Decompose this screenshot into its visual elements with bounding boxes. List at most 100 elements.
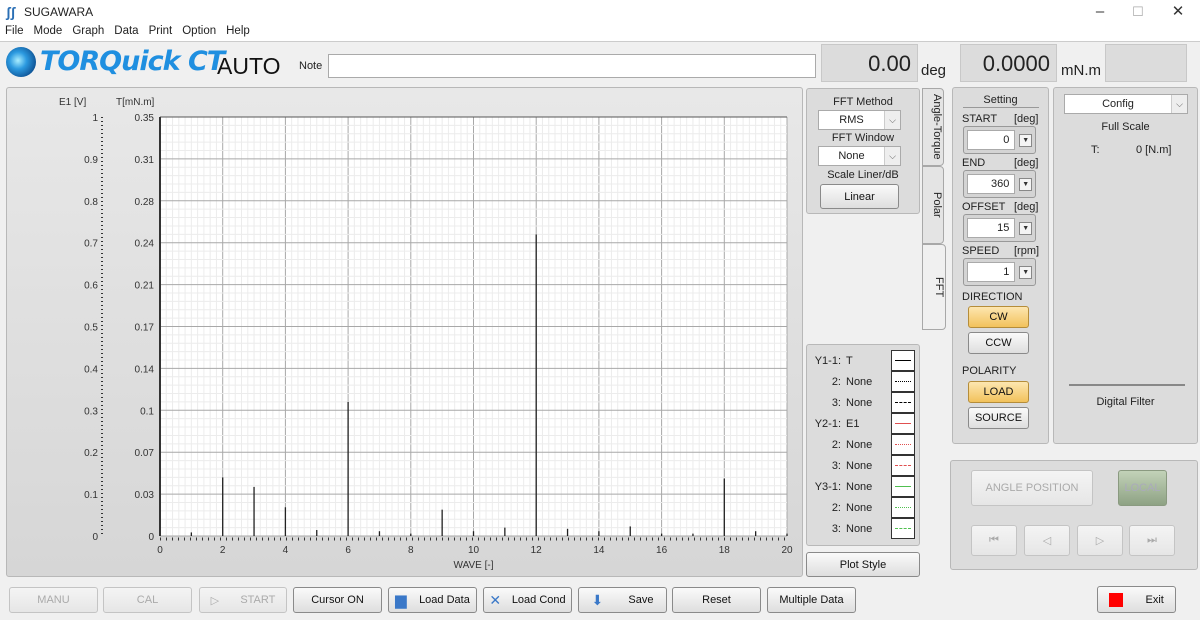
next-button[interactable]: ▷: [1077, 525, 1123, 556]
chevron-down-icon: ⌵: [1171, 95, 1187, 113]
legend-series-name: Y1-1:: [814, 354, 841, 367]
legend-swatch[interactable]: [891, 518, 915, 539]
legend-series-value: T: [846, 354, 853, 367]
divider: [1069, 384, 1185, 386]
legend-swatch[interactable]: [891, 455, 915, 476]
angle-position-button[interactable]: ANGLE POSITION: [971, 470, 1093, 506]
cw-button[interactable]: CW: [968, 306, 1029, 328]
stop-icon: [1109, 592, 1124, 607]
menu-option[interactable]: Option: [177, 24, 221, 37]
offset-value[interactable]: 15: [967, 218, 1016, 238]
legend-swatch[interactable]: [891, 497, 915, 518]
cursor-on-button[interactable]: Cursor ON: [293, 587, 382, 613]
speed-numeric-input[interactable]: 1 ▼: [963, 258, 1036, 286]
direction-label: DIRECTION: [962, 291, 1023, 303]
config-select[interactable]: Config ⌵: [1064, 94, 1188, 114]
full-scale-label: Full Scale: [1101, 121, 1150, 133]
load-button[interactable]: LOAD: [968, 381, 1029, 403]
fft-settings-panel: FFT Method RMS ⌵ FFT Window None ⌵ Scale L…: [806, 88, 920, 214]
menu-graph[interactable]: Graph: [67, 24, 109, 37]
legend-swatch[interactable]: [891, 413, 915, 434]
end-numeric-input[interactable]: 360 ▼: [963, 170, 1036, 198]
legend-swatch[interactable]: [891, 371, 915, 392]
speed-value[interactable]: 1: [967, 262, 1016, 282]
x-tick-label: 4: [283, 545, 289, 556]
fft-method-select[interactable]: RMS ⌵: [818, 110, 901, 130]
fft-chart[interactable]: 1 0.9 0.8 0.7 0.6 0.5 0.4 0.3 0.2 0.1 0 0.35 0.31 0.2…: [7, 88, 804, 578]
save-icon: ⬇: [591, 591, 604, 608]
local-button[interactable]: LOCAL: [1118, 470, 1167, 506]
legend-row: 3: None: [811, 392, 915, 413]
position-panel: ANGLE POSITION LOCAL ⏮ ◁ ▷ ⏭: [950, 460, 1198, 570]
y1-tick-label: 0.4: [84, 364, 98, 375]
legend-series-name: 3:: [831, 396, 841, 409]
exit-button[interactable]: Exit: [1097, 586, 1176, 613]
menu-help[interactable]: Help: [221, 24, 255, 37]
legend-swatch[interactable]: [891, 392, 915, 413]
load-data-button[interactable]: ▆ Load Data: [388, 587, 477, 613]
x-axis-label: WAVE [-]: [454, 560, 494, 571]
tab-fft[interactable]: FFT: [922, 244, 946, 330]
legend-series-value: None: [846, 501, 873, 514]
x-tick-label: 20: [781, 545, 793, 556]
legend-row: 2: None: [811, 434, 915, 455]
offset-label: OFFSET: [962, 201, 1006, 213]
menu-file[interactable]: File: [0, 24, 29, 37]
spin-down-icon[interactable]: ▼: [1019, 133, 1032, 147]
menu-data[interactable]: Data: [109, 24, 143, 37]
prev-button[interactable]: ◁: [1024, 525, 1070, 556]
spin-down-icon[interactable]: ▼: [1019, 177, 1032, 191]
brand-name: TORQuick CT: [40, 46, 225, 77]
first-button[interactable]: ⏮: [971, 525, 1017, 556]
reset-button[interactable]: Reset: [672, 587, 761, 613]
legend-series-name: 3:: [831, 522, 841, 535]
legend-series-value: None: [846, 522, 873, 535]
legend-swatch[interactable]: [891, 350, 915, 371]
legend-row: 3: None: [811, 518, 915, 539]
start-button[interactable]: ▷ START: [199, 587, 287, 613]
plot-style-button[interactable]: Plot Style: [806, 552, 920, 577]
x-tick-label: 14: [593, 545, 605, 556]
ccw-button[interactable]: CCW: [968, 332, 1029, 354]
fft-window-select[interactable]: None ⌵: [818, 146, 901, 166]
close-button[interactable]: ✕: [1160, 2, 1196, 22]
config-value: Config: [1102, 98, 1134, 110]
source-button[interactable]: SOURCE: [968, 407, 1029, 429]
menu-mode[interactable]: Mode: [29, 24, 68, 37]
spin-down-icon[interactable]: ▼: [1019, 221, 1032, 235]
legend-panel: Y1-1: T 2: None 3: None Y2-1: E1 2: None 3: None Y3-…: [806, 344, 920, 546]
x-tick-label: 10: [468, 545, 480, 556]
multiple-data-button[interactable]: Multiple Data: [767, 587, 856, 613]
note-input[interactable]: [328, 54, 816, 78]
offset-unit: [deg]: [1014, 201, 1039, 213]
cal-button[interactable]: CAL: [103, 587, 192, 613]
scale-label: Scale Liner/dB: [827, 169, 899, 181]
start-numeric-input[interactable]: 0 ▼: [963, 126, 1036, 154]
tab-angle-torque[interactable]: Angle-Torque: [922, 88, 944, 166]
play-icon: ▷: [210, 594, 220, 607]
scale-linear-button[interactable]: Linear: [820, 184, 899, 209]
menu-print[interactable]: Print: [144, 24, 178, 37]
start-value[interactable]: 0: [967, 130, 1016, 150]
angle-unit: deg: [921, 62, 947, 79]
manu-button[interactable]: MANU: [9, 587, 98, 613]
last-button[interactable]: ⏭: [1129, 525, 1175, 556]
legend-series-value: None: [846, 375, 873, 388]
y2-tick-label: 0.21: [135, 281, 155, 292]
minimize-button[interactable]: –: [1082, 2, 1118, 22]
save-button[interactable]: ⬇ Save: [578, 587, 667, 613]
legend-series-name: 3:: [831, 459, 841, 472]
spin-down-icon[interactable]: ▼: [1019, 265, 1032, 279]
y1-tick-label: 0.3: [84, 406, 98, 417]
maximize-button[interactable]: ☐: [1120, 2, 1156, 22]
y1-tick-label: 0.2: [84, 448, 98, 459]
load-cond-button[interactable]: ✕ Load Cond: [483, 587, 572, 613]
fft-method-label: FFT Method: [833, 96, 893, 108]
end-value[interactable]: 360: [967, 174, 1016, 194]
tab-polar[interactable]: Polar: [922, 166, 944, 244]
offset-numeric-input[interactable]: 15 ▼: [963, 214, 1036, 242]
legend-swatch[interactable]: [891, 434, 915, 455]
config-panel: Config ⌵ Full Scale T: 0 [N.m] Digital Fi…: [1053, 87, 1198, 444]
load-data-label: Load Data: [419, 594, 470, 606]
legend-swatch[interactable]: [891, 476, 915, 497]
